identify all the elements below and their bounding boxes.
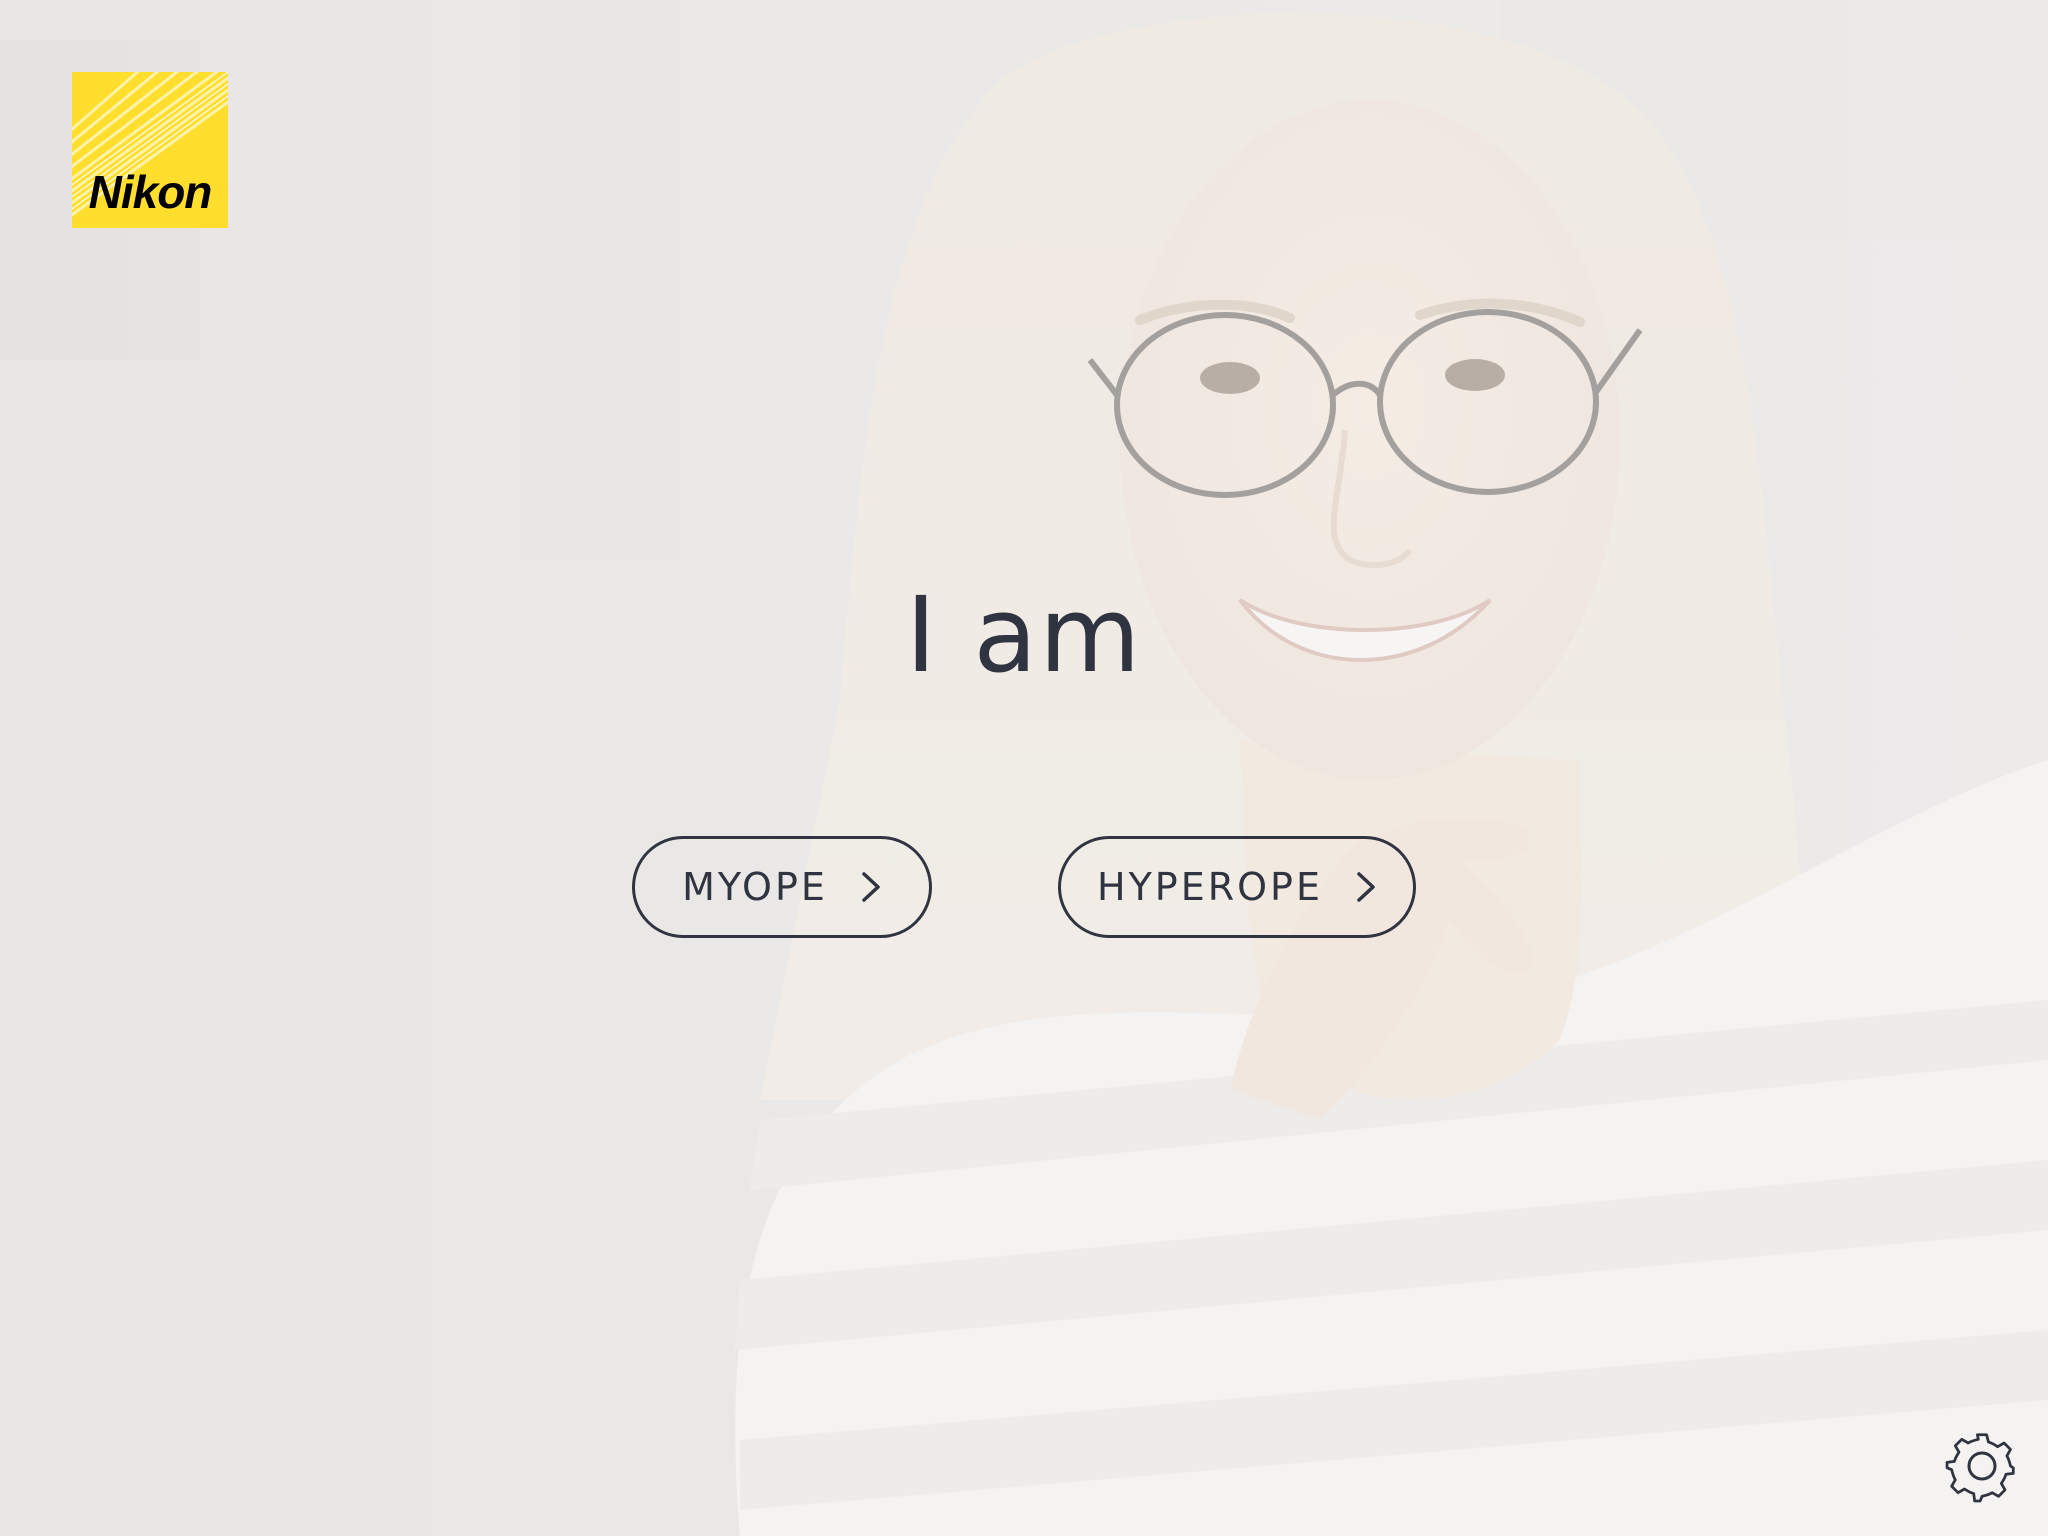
chevron-right-icon [1357, 872, 1375, 902]
nikon-logo-wordmark: Nikon [89, 166, 212, 218]
hyperope-button[interactable]: HYPEROPE [1058, 836, 1416, 938]
hyperope-button-label: HYPEROPE [1097, 865, 1323, 909]
myope-button-label: MYOPE [682, 865, 828, 909]
myope-button[interactable]: MYOPE [632, 836, 932, 938]
page-title: I am [905, 574, 1143, 696]
nikon-logo: Nikon [72, 72, 228, 228]
gear-icon [1945, 1433, 2015, 1503]
settings-button[interactable] [1944, 1428, 2020, 1504]
chevron-right-icon [862, 872, 880, 902]
background-veil [0, 0, 2048, 1536]
